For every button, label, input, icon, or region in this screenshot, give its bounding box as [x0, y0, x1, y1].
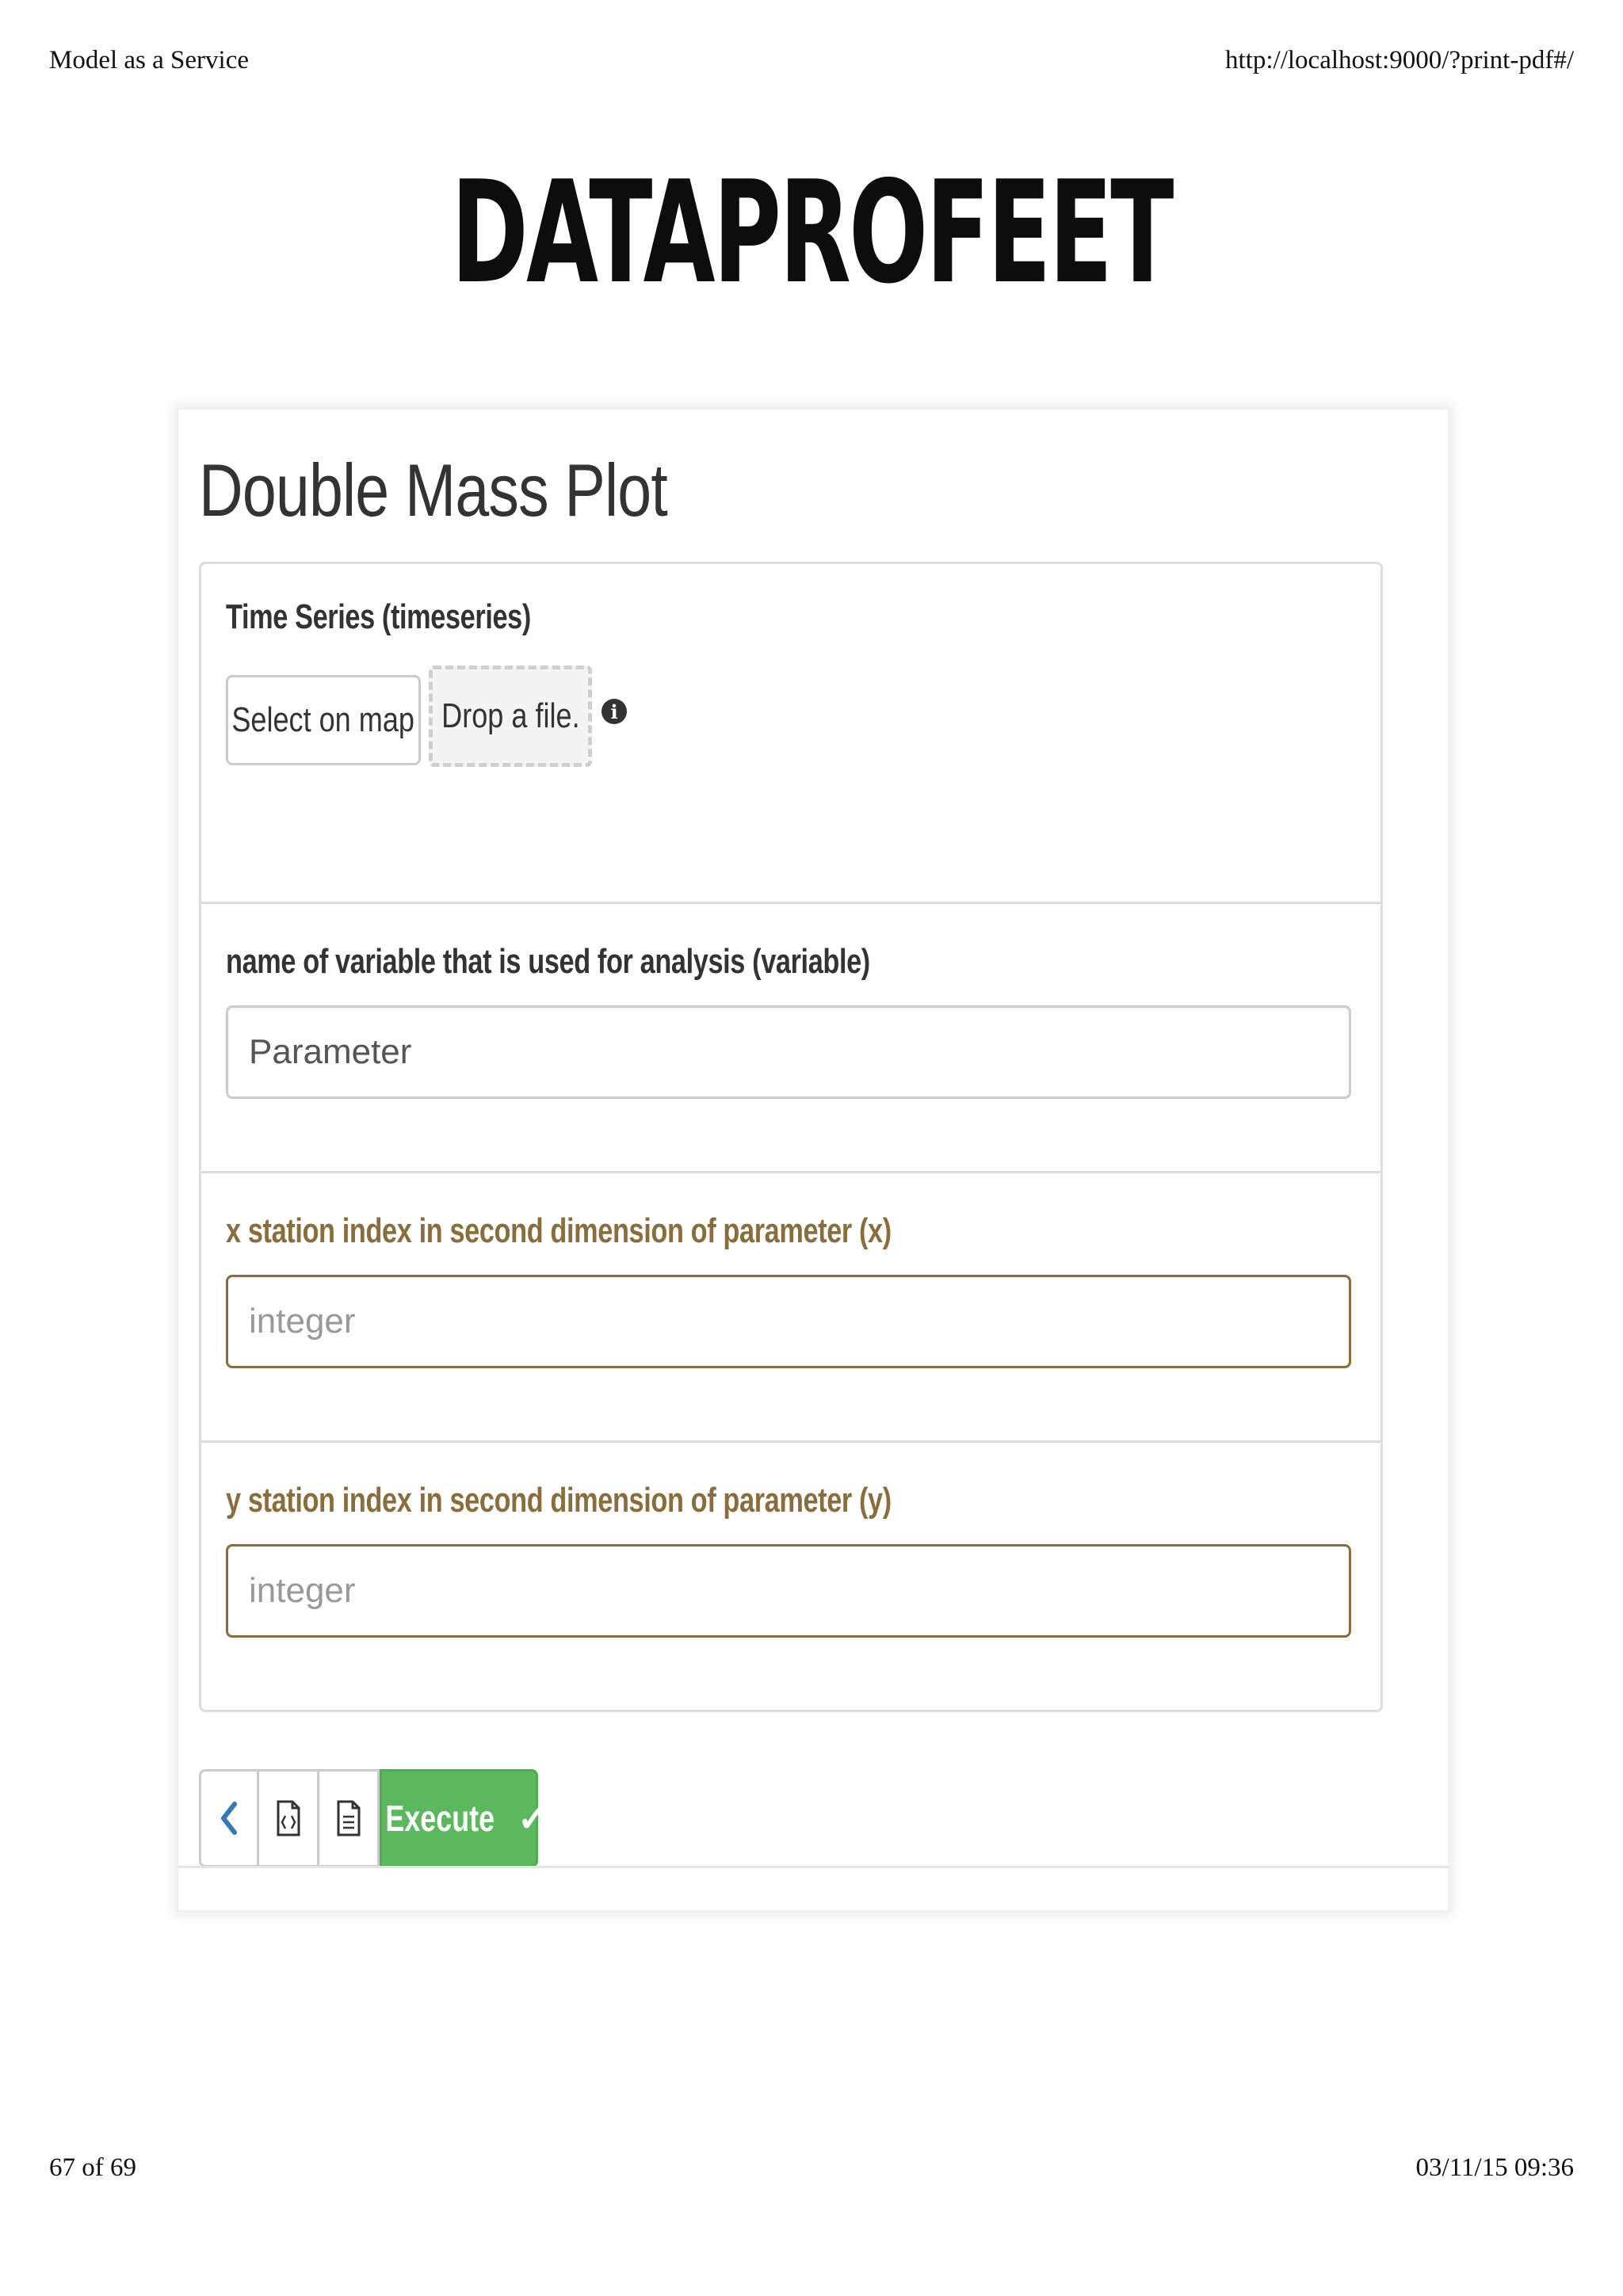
document-icon [337, 1800, 360, 1836]
select-on-map-label: Select on map [231, 700, 415, 739]
file-drop-zone[interactable]: Drop a file. [429, 666, 592, 767]
chevron-left-icon [221, 1802, 237, 1835]
x-input[interactable] [226, 1275, 1351, 1368]
timeseries-label: Time Series (timeseries) [226, 597, 531, 636]
print-header-url: http://localhost:9000/?print-pdf#/ [1225, 46, 1574, 74]
print-datetime: 03/11/15 09:36 [1415, 2153, 1574, 2182]
y-label: y station index in second dimension of p… [226, 1481, 892, 1520]
select-on-map-button[interactable]: Select on map [226, 675, 421, 765]
view-code-button[interactable] [259, 1769, 319, 1867]
back-button[interactable] [199, 1769, 259, 1867]
print-footer: 67 of 69 03/11/15 09:36 [49, 2153, 1574, 2183]
print-header-title: Model as a Service [49, 46, 249, 74]
execute-label: Execute [384, 1798, 495, 1839]
y-input[interactable] [226, 1544, 1351, 1638]
x-label: x station index in second dimension of p… [226, 1211, 892, 1250]
code-file-icon [277, 1800, 300, 1836]
checkmark-icon: ✓ [517, 1798, 548, 1839]
timeseries-section: Time Series (timeseries) Select on map D… [201, 564, 1381, 902]
brand-title: DATAPROFEET [451, 151, 1174, 315]
variable-label: name of variable that is used for analys… [226, 942, 870, 981]
view-docs-button[interactable] [319, 1769, 380, 1867]
variable-section: name of variable that is used for analys… [201, 902, 1381, 1173]
info-icon[interactable]: i [601, 699, 627, 724]
drop-zone-label: Drop a file. [441, 696, 580, 735]
print-header: Model as a Service http://localhost:9000… [49, 46, 1574, 75]
y-section: y station index in second dimension of p… [201, 1440, 1381, 1707]
variable-input[interactable] [226, 1005, 1351, 1099]
card-divider [178, 1866, 1448, 1868]
form-card: Double Mass Plot Time Series (timeseries… [178, 409, 1449, 1911]
page-counter: 67 of 69 [49, 2153, 136, 2182]
form-toolbar: Execute ✓ [199, 1769, 548, 1867]
x-section: x station index in second dimension of p… [201, 1171, 1381, 1443]
page-title: Double Mass Plot [199, 448, 668, 532]
execute-button[interactable]: Execute ✓ [380, 1769, 548, 1867]
form-panel: Time Series (timeseries) Select on map D… [199, 562, 1383, 1712]
